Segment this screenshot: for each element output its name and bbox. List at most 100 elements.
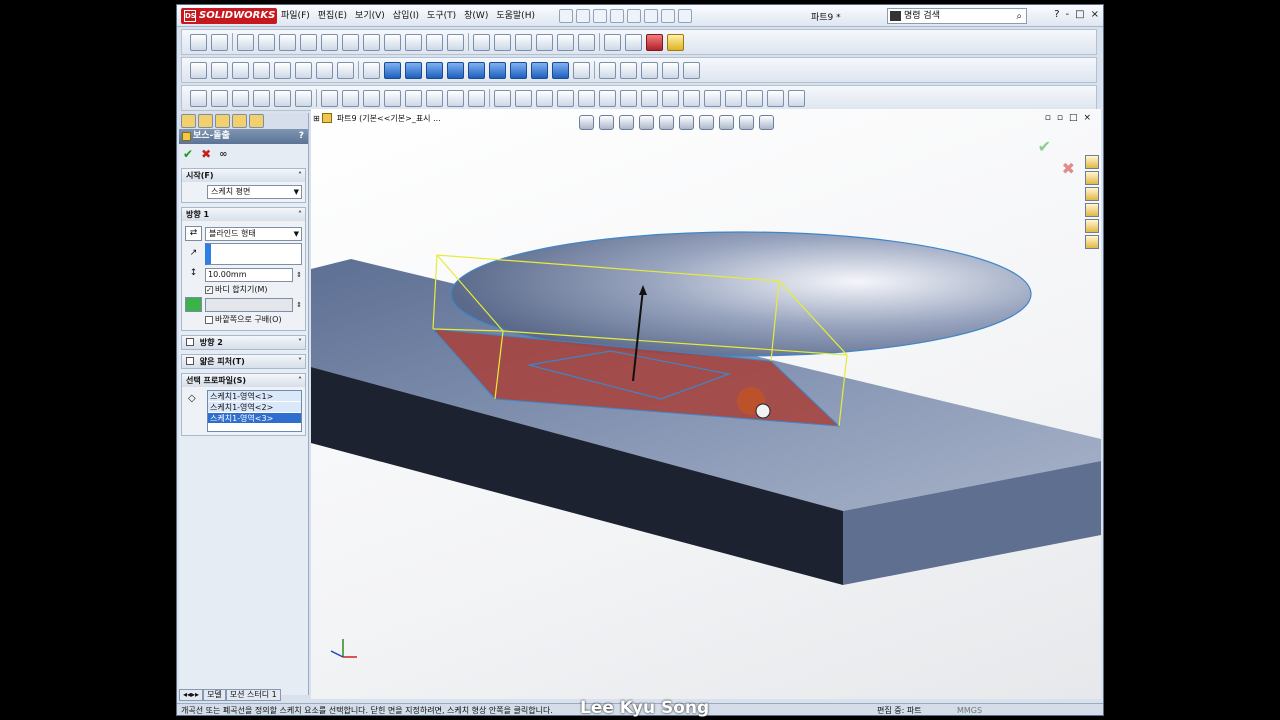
draft-on-off-icon[interactable] bbox=[185, 297, 202, 312]
help-icon[interactable]: ? bbox=[299, 129, 304, 144]
hem-icon[interactable] bbox=[557, 89, 574, 107]
design-library-icon[interactable] bbox=[1085, 171, 1099, 185]
rectangle-icon[interactable] bbox=[258, 33, 275, 51]
edge-flange-icon[interactable] bbox=[536, 89, 553, 107]
sketch-extend-icon[interactable] bbox=[316, 61, 333, 79]
tab-motion-study[interactable]: 모션 스터디 1 bbox=[225, 689, 281, 701]
start-condition-select[interactable]: 스케치 평면 ▼ bbox=[207, 185, 302, 199]
front-view-icon[interactable] bbox=[384, 61, 401, 79]
merge-result-checkbox[interactable]: ✓ 바디 합치기(M) bbox=[205, 284, 302, 295]
selected-contours-header[interactable]: 선택 프로파일(S) ˄ bbox=[182, 374, 305, 387]
viewport-close-icon[interactable]: × bbox=[1083, 113, 1091, 123]
depth-input[interactable]: 10.00mm bbox=[205, 267, 294, 282]
spline-icon[interactable] bbox=[342, 33, 359, 51]
isometric-view-icon[interactable] bbox=[510, 61, 527, 79]
section-view-icon[interactable] bbox=[599, 61, 616, 79]
mirror-feature-icon[interactable] bbox=[468, 89, 485, 107]
checkbox-checked-icon[interactable]: ✓ bbox=[205, 285, 213, 294]
new-document-icon[interactable] bbox=[559, 9, 573, 23]
circle-icon[interactable] bbox=[300, 33, 317, 51]
sketch-grid-icon[interactable] bbox=[232, 61, 249, 79]
feature-manager-tab-icon[interactable] bbox=[181, 114, 196, 128]
zoom-to-fit-icon[interactable] bbox=[579, 115, 594, 130]
search-commands-input[interactable]: 명령 검색 ⌕ bbox=[887, 8, 1027, 24]
view-palette-icon[interactable] bbox=[1085, 203, 1099, 217]
list-item[interactable]: 스케치1-영역<3> bbox=[208, 413, 301, 424]
print-icon[interactable] bbox=[610, 9, 624, 23]
menu-window[interactable]: 창(W) bbox=[460, 9, 492, 23]
extruded-boss-icon[interactable] bbox=[190, 89, 207, 107]
normal-to-icon[interactable] bbox=[573, 61, 590, 79]
checkbox-unchecked-icon[interactable] bbox=[205, 315, 213, 324]
from-group-header[interactable]: 시작(F) ˄ bbox=[182, 169, 305, 182]
swept-boss-icon[interactable] bbox=[232, 89, 249, 107]
search-category-icon[interactable] bbox=[890, 11, 901, 21]
minimize-button[interactable]: - bbox=[1066, 9, 1070, 20]
draft-outward-checkbox[interactable]: 바깥쪽으로 구배(O) bbox=[205, 314, 302, 325]
dome-preview[interactable] bbox=[450, 231, 1032, 357]
apply-scene-icon[interactable] bbox=[739, 115, 754, 130]
viewport-restore-icon[interactable]: ▫ bbox=[1057, 113, 1063, 123]
undo-icon[interactable] bbox=[627, 9, 641, 23]
list-item[interactable]: 스케치1-영역<1> bbox=[208, 391, 301, 402]
revolved-cut-icon[interactable] bbox=[295, 89, 312, 107]
nav-arrows-icon[interactable]: ◂◂▸▸ bbox=[179, 689, 204, 701]
lofted-boss-icon[interactable] bbox=[253, 89, 270, 107]
expand-icon[interactable]: ˅ bbox=[298, 336, 302, 349]
direction1-header[interactable]: 방향 1 ˄ bbox=[182, 208, 305, 221]
property-manager-tab-icon[interactable] bbox=[198, 114, 213, 128]
shell-icon[interactable] bbox=[405, 89, 422, 107]
sketched-bend-icon[interactable] bbox=[599, 89, 616, 107]
move-entities-icon[interactable] bbox=[578, 33, 595, 51]
viewport-minimize-icon[interactable]: ▫ bbox=[1045, 113, 1051, 123]
hide-show-items-icon[interactable] bbox=[699, 115, 714, 130]
flatten-icon[interactable] bbox=[641, 89, 658, 107]
curve-icon[interactable] bbox=[641, 61, 658, 79]
weldment-icon[interactable] bbox=[746, 89, 763, 107]
model-canvas[interactable] bbox=[311, 109, 1101, 699]
close-button[interactable]: × bbox=[1091, 9, 1099, 20]
status-units[interactable]: MMGS bbox=[957, 704, 982, 715]
viewport-maximize-icon[interactable]: □ bbox=[1069, 113, 1078, 123]
line-icon[interactable] bbox=[237, 33, 254, 51]
section-view-hud-icon[interactable] bbox=[639, 115, 654, 130]
thin-feature-header[interactable]: 얇은 피처(T) ˅ bbox=[182, 355, 305, 368]
confirm-ok-icon[interactable]: ✔ bbox=[1038, 137, 1051, 156]
tree-expand-icon[interactable]: ⊞ bbox=[313, 114, 320, 123]
feature-tree-flyout[interactable]: ⊞ 파트9 (기본<<기본>_표시 ... bbox=[313, 113, 441, 124]
detailed-preview-icon[interactable]: ∞ bbox=[219, 149, 227, 160]
display-manager-tab-icon[interactable] bbox=[249, 114, 264, 128]
expand-icon[interactable]: ˅ bbox=[298, 355, 302, 368]
fillet-icon[interactable] bbox=[384, 33, 401, 51]
pattern-icon[interactable] bbox=[557, 33, 574, 51]
arc-icon[interactable] bbox=[321, 33, 338, 51]
jog-icon[interactable] bbox=[578, 89, 595, 107]
ellipse-icon[interactable] bbox=[363, 33, 380, 51]
save-icon[interactable] bbox=[593, 9, 607, 23]
sketch-trim-icon[interactable] bbox=[295, 61, 312, 79]
features-icon[interactable] bbox=[683, 61, 700, 79]
sketch-plane-icon[interactable] bbox=[190, 61, 207, 79]
menu-edit[interactable]: 편집(E) bbox=[314, 9, 351, 23]
home-icon[interactable] bbox=[1085, 155, 1099, 169]
record-icon[interactable] bbox=[646, 33, 663, 51]
menu-help[interactable]: 도움말(H) bbox=[492, 9, 539, 23]
search-icon[interactable]: ⌕ bbox=[1016, 10, 1022, 24]
sketch-chain-icon[interactable] bbox=[274, 61, 291, 79]
wrap-icon[interactable] bbox=[426, 89, 443, 107]
mirror-icon[interactable] bbox=[536, 33, 553, 51]
options-icon[interactable] bbox=[678, 9, 692, 23]
triad-view-icon[interactable] bbox=[363, 61, 380, 79]
file-explorer-icon[interactable] bbox=[1085, 187, 1099, 201]
text-icon[interactable] bbox=[447, 33, 464, 51]
confirm-cancel-icon[interactable]: ✖ bbox=[1062, 159, 1075, 178]
draft-angle-input[interactable] bbox=[205, 297, 294, 312]
sheet-metal-icon[interactable] bbox=[494, 89, 511, 107]
dimetric-view-icon[interactable] bbox=[552, 61, 569, 79]
custom-properties-icon[interactable] bbox=[1085, 235, 1099, 249]
tab-model[interactable]: 모델 bbox=[203, 689, 226, 701]
right-view-icon[interactable] bbox=[447, 61, 464, 79]
back-view-icon[interactable] bbox=[405, 61, 422, 79]
slot-icon[interactable] bbox=[279, 33, 296, 51]
sketch-fix-icon[interactable] bbox=[253, 61, 270, 79]
